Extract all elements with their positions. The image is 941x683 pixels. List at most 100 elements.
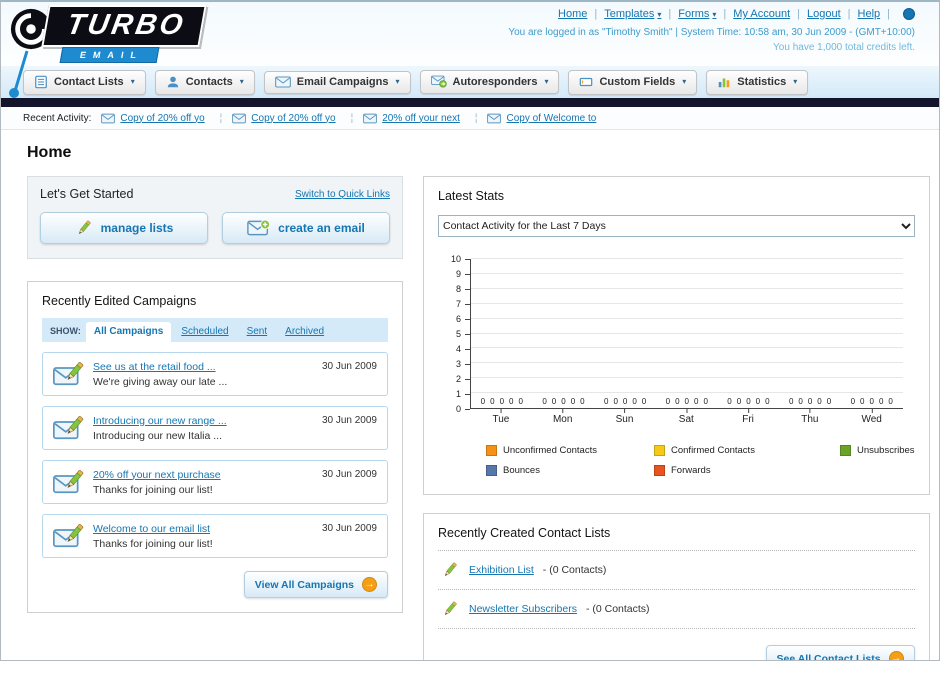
legend-label: Unsubscribes [857,445,915,456]
contact-list-count: - (0 Contacts) [585,603,650,615]
chart-y-tick: 3 [455,359,471,369]
campaign-item[interactable]: 20% off your next purchase Thanks for jo… [42,460,388,504]
tab-sent[interactable]: Sent [239,322,276,342]
link-forms-label: Forms [678,8,710,20]
chart-value: 0 [888,397,893,406]
link-templates[interactable]: Templates ▾ [604,8,661,20]
legend-item-unconfirmed: Unconfirmed Contacts [486,445,654,456]
chart-value: 0 [703,397,708,406]
nav-tab-statistics[interactable]: Statistics ▾ [706,69,809,95]
envelope-icon [487,113,501,124]
tab-scheduled[interactable]: Scheduled [173,322,236,342]
chart-value: 0 [665,397,671,406]
recent-activity-link[interactable]: 20% off your next [382,113,460,124]
nav-tab-autoresponders[interactable]: Autoresponders ▾ [419,70,560,94]
legend-item-confirmed: Confirmed Contacts [654,445,840,456]
campaign-title-link[interactable]: Introducing our new range ... [93,415,227,427]
campaign-edit-icon [51,361,87,387]
link-help[interactable]: Help [858,8,881,20]
chart-gridline [471,362,903,364]
chart-value: 0 [518,397,523,406]
recent-activity-link[interactable]: Copy of 20% off yo [120,113,204,124]
chart-y-tick: 8 [455,284,471,294]
switch-to-quick-links[interactable]: Switch to Quick Links [295,189,390,200]
chart-value: 0 [788,397,794,406]
campaign-subtitle: Thanks for joining our list! [93,483,213,496]
see-all-contact-lists-button[interactable]: See All Contact Lists → [765,645,915,661]
chart-gridline [471,332,903,334]
link-logout[interactable]: Logout [807,8,841,20]
campaign-item[interactable]: See us at the retail food ... We're givi… [42,352,388,396]
chart-value: 0 [570,397,576,406]
campaign-title-link[interactable]: See us at the retail food ... [93,361,227,373]
help-badge-icon[interactable] [903,8,915,20]
campaign-title-link[interactable]: 20% off your next purchase [93,469,221,481]
chart-value: 0 [755,397,761,406]
chart-x-labels: Tue Mon Sun Sat Fri Thu Wed [470,409,903,429]
nav-tab-custom-fields[interactable]: Custom Fields ▾ [568,69,698,95]
legend-item-forwards: Forwards [654,465,840,476]
pencil-icon [440,600,460,618]
campaign-item[interactable]: Introducing our new range ... Introducin… [42,406,388,450]
chart-y-tick: 1 [455,389,471,399]
chevron-down-icon: ▾ [682,77,687,86]
chevron-down-icon: ▾ [712,9,717,19]
tab-all-campaigns[interactable]: All Campaigns [85,322,172,342]
contact-list-link[interactable]: Exhibition List [469,564,534,576]
recent-activity-link[interactable]: Copy of Welcome to [506,113,596,124]
nav-tab-contact-lists[interactable]: Contact Lists ▾ [23,69,146,95]
nav-tab-contacts[interactable]: Contacts ▾ [154,69,255,95]
login-info: You are logged in as "Timothy Smith" | S… [508,26,915,55]
nav-tab-label: Contact Lists [54,75,124,88]
view-all-campaigns-button[interactable]: View All Campaigns → [243,571,388,598]
app-logo: TURBO EMAIL [9,5,279,98]
create-email-label: create an email [278,221,365,235]
legend-item-bounces: Bounces [486,465,654,476]
legend-label: Confirmed Contacts [671,445,755,456]
recent-activity-link[interactable]: Copy of 20% off yo [251,113,335,124]
custom-fields-icon [579,75,593,89]
chart-value-labels: 00000 [727,397,769,406]
link-home[interactable]: Home [558,8,587,20]
link-my-account[interactable]: My Account [733,8,790,20]
chart-value: 0 [694,397,699,406]
get-started-panel: Let's Get Started Switch to Quick Links … [27,176,403,259]
recent-activity-item: Copy of 20% off yo [101,113,222,124]
see-all-contact-lists-label: See All Contact Lists [776,652,881,661]
show-label: SHOW: [50,326,81,336]
campaign-title-link[interactable]: Welcome to our email list [93,523,213,535]
chart-gridline [471,302,903,304]
manage-lists-label: manage lists [100,221,174,235]
chevron-down-icon: ▾ [657,9,662,19]
latest-stats-panel: Latest Stats Contact Activity for the La… [423,176,930,495]
autoresponders-icon [431,75,447,88]
main-content: Home Let's Get Started Switch to Quick L… [1,130,939,661]
contact-list-link[interactable]: Newsletter Subscribers [469,603,577,615]
chart-y-tick: 4 [455,344,471,354]
legend-swatch [486,465,497,476]
nav-tab-label: Email Campaigns [296,75,389,88]
chart-value-labels: 00000 [481,397,523,406]
link-forms[interactable]: Forms ▾ [678,8,716,20]
logo-subtitle: EMAIL [59,47,160,63]
chart-value: 0 [561,397,566,406]
manage-lists-button[interactable]: manage lists [40,212,208,244]
legend-label: Forwards [671,465,711,476]
chart-value: 0 [542,397,547,406]
chart-plot: 00000000000000000000000000000000000 [470,258,903,409]
pencil-icon [75,219,93,237]
tab-archived[interactable]: Archived [277,322,332,342]
create-email-button[interactable]: create an email [222,212,390,244]
campaign-item[interactable]: Welcome to our email list Thanks for joi… [42,514,388,558]
contact-list-item[interactable]: Exhibition List - (0 Contacts) [438,550,915,589]
contact-list-item[interactable]: Newsletter Subscribers - (0 Contacts) [438,589,915,628]
recently-edited-campaigns-panel: Recently Edited Campaigns SHOW: All Camp… [27,281,403,613]
nav-tab-email-campaigns[interactable]: Email Campaigns ▾ [263,70,411,94]
chart-value-labels: 00000 [789,397,831,406]
nav-tab-label: Statistics [737,75,787,88]
stats-period-select[interactable]: Contact Activity for the Last 7 Days [438,215,915,237]
recent-activity-item: Copy of Welcome to [487,113,596,124]
campaign-subtitle: Thanks for joining our list! [93,537,213,550]
chart-value: 0 [684,397,690,406]
recent-activity-item: 20% off your next [363,113,477,124]
